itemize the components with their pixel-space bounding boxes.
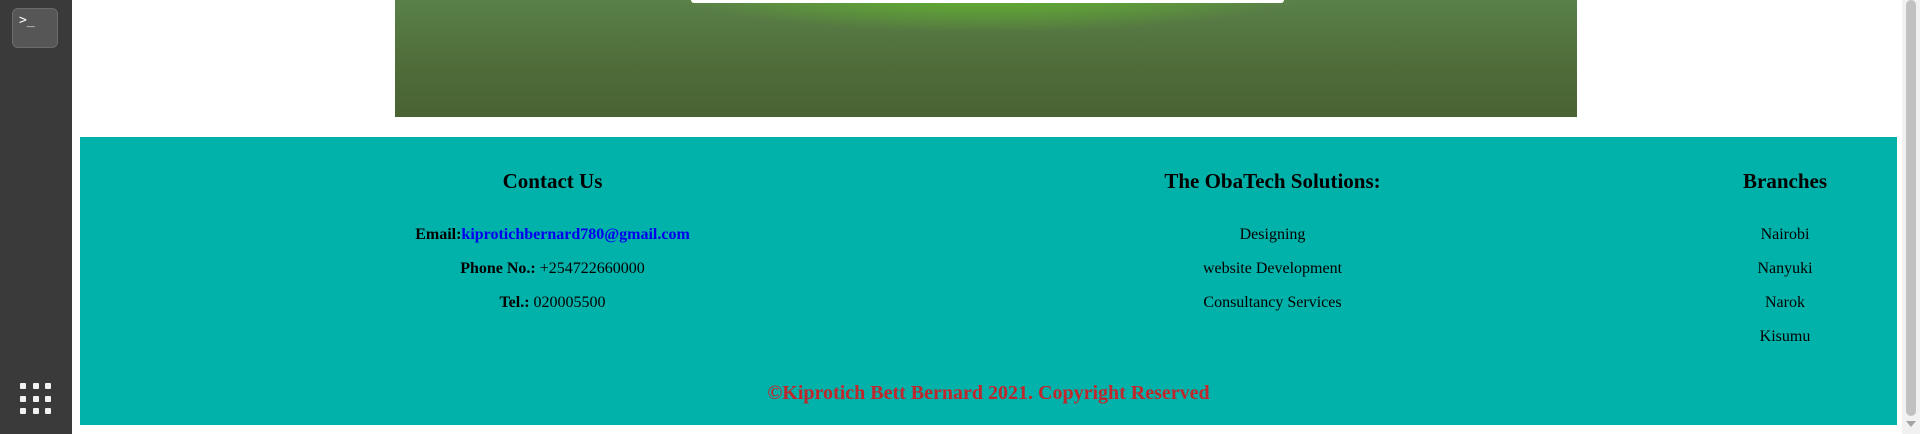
copyright-text: ©Kiprotich Bett Bernard 2021. Copyright … <box>767 382 1210 404</box>
hero-input-bar <box>691 0 1284 3</box>
scrollbar-thumb[interactable] <box>1906 0 1916 416</box>
terminal-icon[interactable]: >_ <box>12 8 58 48</box>
tel-label: Tel.: <box>499 294 530 311</box>
phone-row: Phone No.: +254722660000 <box>280 260 825 278</box>
phone-label: Phone No.: <box>460 260 536 277</box>
hero-banner <box>395 0 1577 117</box>
hero-glow <box>665 0 1310 30</box>
page-scrollbar[interactable] <box>1902 0 1920 434</box>
email-row: Email:kiprotichbernard780@gmail.com <box>280 226 825 244</box>
scroll-down-arrow-icon[interactable] <box>1906 421 1916 427</box>
tel-row: Tel.: 020005500 <box>280 294 825 312</box>
branches-heading: Branches <box>1743 169 1827 193</box>
phone-value: +254722660000 <box>535 260 645 277</box>
contact-heading: Contact Us <box>502 169 603 193</box>
solutions-heading: The ObaTech Solutions: <box>1164 169 1381 193</box>
solution-item: website Development <box>1202 260 1343 277</box>
solution-item: Designing <box>1239 226 1306 243</box>
site-footer: Contact Us Email:kiprotichbernard780@gma… <box>80 137 1897 425</box>
branch-item: Nairobi <box>1760 226 1810 243</box>
tel-value: 020005500 <box>529 294 606 311</box>
email-link[interactable]: kiprotichbernard780@gmail.com <box>461 226 689 243</box>
branch-item: Kisumu <box>1759 328 1811 345</box>
solution-item: Consultancy Services <box>1203 294 1342 311</box>
show-applications-icon[interactable] <box>20 383 53 416</box>
branch-item: Nanyuki <box>1757 260 1813 277</box>
app-dock: >_ <box>0 0 72 434</box>
branch-item: Narok <box>1765 294 1805 311</box>
email-label: Email: <box>415 226 462 243</box>
